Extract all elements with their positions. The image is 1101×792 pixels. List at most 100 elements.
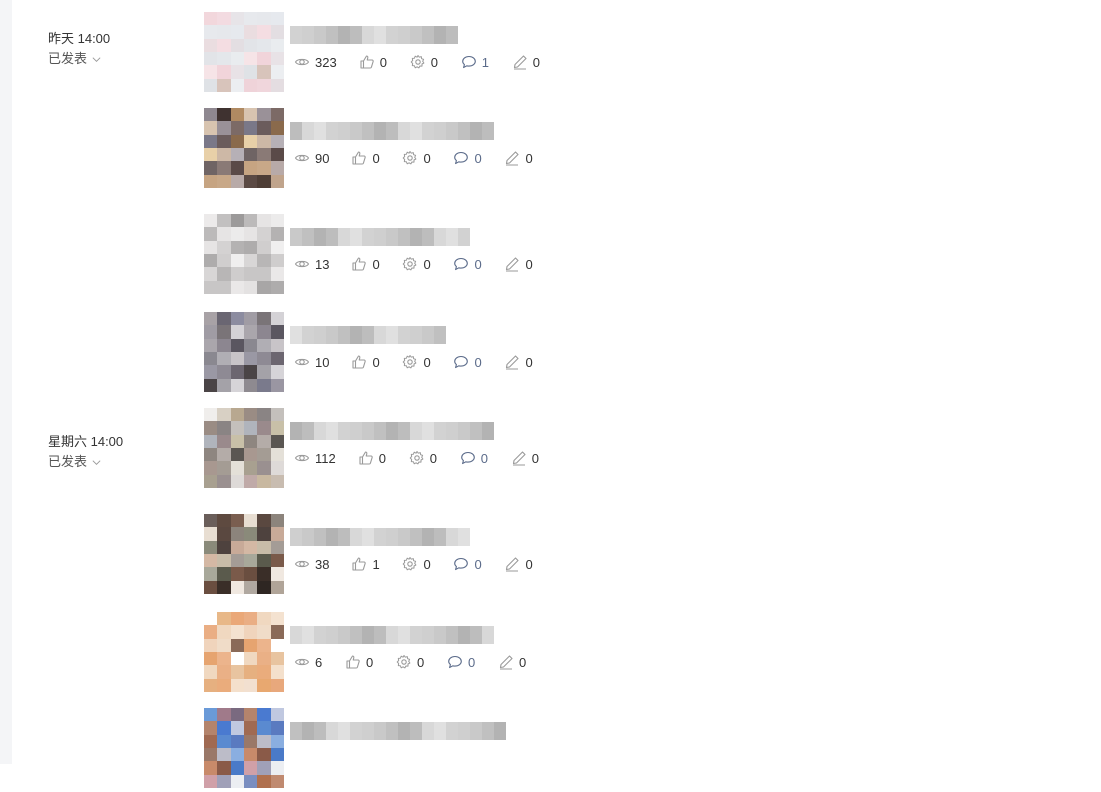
edit-count-value: 0 [532,54,540,70]
view-count[interactable]: 6 [294,654,323,670]
thumbs-up-icon [345,654,361,670]
share-count[interactable]: 0 [409,450,438,466]
comment-count-value: 0 [474,256,482,272]
comment-count[interactable]: 0 [453,150,482,166]
like-count[interactable]: 0 [351,256,380,272]
comment-count[interactable]: 0 [447,654,476,670]
comment-icon [453,354,469,370]
edit-count-value: 0 [531,450,539,466]
article-title[interactable] [290,422,496,440]
edit-count[interactable]: 0 [504,256,533,272]
article-row: 90 0 0 0 0 [204,108,704,192]
article-title[interactable] [290,122,496,140]
view-count[interactable]: 323 [294,54,337,70]
eye-icon [294,556,310,572]
article-stats: 13 0 0 0 0 [294,256,555,272]
like-count[interactable]: 0 [351,354,380,370]
share-count-value: 0 [423,354,431,370]
article-thumbnail[interactable] [204,708,284,788]
like-count[interactable]: 0 [345,654,374,670]
pen-icon [504,150,520,166]
share-count[interactable]: 0 [402,256,431,272]
comment-count[interactable]: 0 [453,556,482,572]
article-title[interactable] [290,26,460,44]
status-label: 已发表 [48,51,88,66]
article-thumbnail[interactable] [204,214,284,294]
article-title[interactable] [290,228,472,246]
comment-icon [453,256,469,272]
article-thumbnail[interactable] [204,408,284,488]
gear-icon [396,654,412,670]
gear-icon [402,354,418,370]
share-count[interactable]: 0 [402,354,431,370]
article-title[interactable] [290,326,450,344]
edit-count[interactable]: 0 [504,150,533,166]
edit-count[interactable]: 0 [504,354,533,370]
edit-count-value: 0 [525,256,533,272]
pen-icon [511,450,527,466]
article-title[interactable] [290,528,472,546]
like-count[interactable]: 0 [359,54,388,70]
eye-icon [294,150,310,166]
comment-count[interactable]: 0 [453,354,482,370]
view-count[interactable]: 13 [294,256,329,272]
article-stats: 10 0 0 0 0 [294,354,555,370]
article-thumbnail[interactable] [204,12,284,92]
like-count-value: 0 [372,256,380,272]
comment-icon [453,556,469,572]
share-count[interactable]: 0 [410,54,439,70]
like-count[interactable]: 1 [351,556,380,572]
article-title[interactable] [290,626,496,644]
comment-icon [453,150,469,166]
article-title[interactable] [290,722,508,740]
article-thumbnail[interactable] [204,312,284,392]
article-thumbnail[interactable] [204,514,284,594]
share-count[interactable]: 0 [396,654,425,670]
comment-count[interactable]: 0 [460,450,489,466]
edit-count-value: 0 [525,354,533,370]
thumbs-up-icon [358,450,374,466]
view-count[interactable]: 10 [294,354,329,370]
edit-count[interactable]: 0 [498,654,527,670]
edit-count-value: 0 [525,556,533,572]
comment-count-value: 0 [474,556,482,572]
article-stats: 6 0 0 0 0 [294,654,549,670]
comment-icon [460,450,476,466]
view-count-value: 112 [315,450,336,466]
article-stats: 112 0 0 0 0 [294,450,562,466]
article-thumbnail[interactable] [204,612,284,692]
comment-icon [447,654,463,670]
comment-icon [461,54,477,70]
like-count-value: 0 [372,354,380,370]
article-row: 112 0 0 0 0 [204,408,704,492]
like-count[interactable]: 0 [351,150,380,166]
edit-count[interactable]: 0 [511,450,540,466]
like-count-value: 0 [379,54,387,70]
pen-icon [498,654,514,670]
article-stats: 323 0 0 1 0 [294,54,563,70]
article-thumbnail[interactable] [204,108,284,188]
thumbs-up-icon [351,556,367,572]
comment-count[interactable]: 0 [453,256,482,272]
comment-count[interactable]: 1 [461,54,490,70]
edit-count-value: 0 [519,654,527,670]
view-count-value: 10 [315,354,330,370]
like-count-value: 0 [378,450,386,466]
view-count[interactable]: 90 [294,150,329,166]
like-count[interactable]: 0 [358,450,387,466]
eye-icon [294,256,310,272]
view-count[interactable]: 112 [294,450,336,466]
view-count[interactable]: 38 [294,556,329,572]
pen-icon [512,54,528,70]
status-dropdown[interactable]: 已发表 [48,454,123,470]
share-count[interactable]: 0 [402,150,431,166]
edit-count[interactable]: 0 [512,54,541,70]
status-dropdown[interactable]: 已发表 [48,51,110,67]
gear-icon [409,450,425,466]
share-count-value: 0 [417,654,425,670]
comment-count-value: 0 [474,150,482,166]
gear-icon [402,556,418,572]
share-count[interactable]: 0 [402,556,431,572]
edit-count[interactable]: 0 [504,556,533,572]
chevron-down-icon [92,56,101,62]
